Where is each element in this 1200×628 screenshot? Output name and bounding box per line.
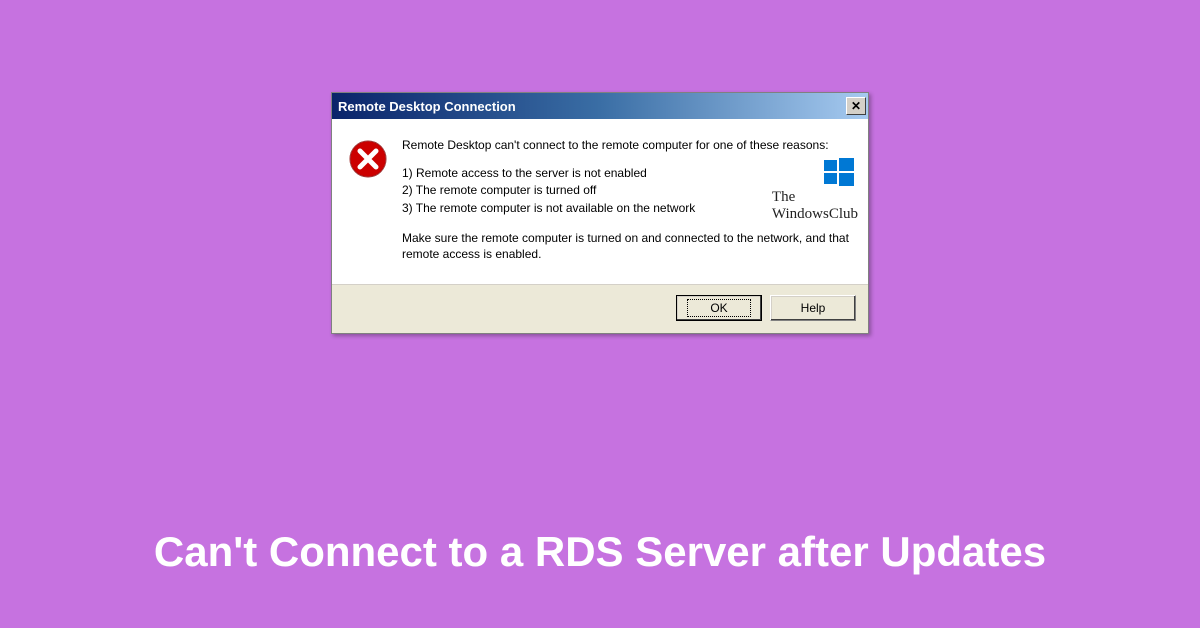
ok-button[interactable]: OK <box>676 295 762 321</box>
reason-item: 2) The remote computer is turned off <box>402 182 852 198</box>
reason-item: 3) The remote computer is not available … <box>402 200 852 216</box>
dialog-body: Remote Desktop can't connect to the remo… <box>332 119 868 284</box>
help-button[interactable]: Help <box>770 295 856 321</box>
message-advice: Make sure the remote computer is turned … <box>402 230 852 262</box>
close-button[interactable]: ✕ <box>846 97 866 115</box>
error-icon <box>348 139 388 179</box>
dialog-title: Remote Desktop Connection <box>338 99 516 114</box>
ok-button-label: OK <box>687 299 750 317</box>
titlebar[interactable]: Remote Desktop Connection ✕ <box>332 93 868 119</box>
error-dialog: Remote Desktop Connection ✕ Remote Deskt… <box>331 92 869 334</box>
close-icon: ✕ <box>851 99 861 113</box>
reason-item: 1) Remote access to the server is not en… <box>402 165 852 181</box>
message-reasons: 1) Remote access to the server is not en… <box>402 165 852 216</box>
help-button-label: Help <box>801 301 826 315</box>
button-bar: OK Help <box>332 284 868 333</box>
page-caption: Can't Connect to a RDS Server after Upda… <box>0 528 1200 576</box>
message-content: Remote Desktop can't connect to the remo… <box>402 137 852 262</box>
message-intro: Remote Desktop can't connect to the remo… <box>402 137 852 153</box>
